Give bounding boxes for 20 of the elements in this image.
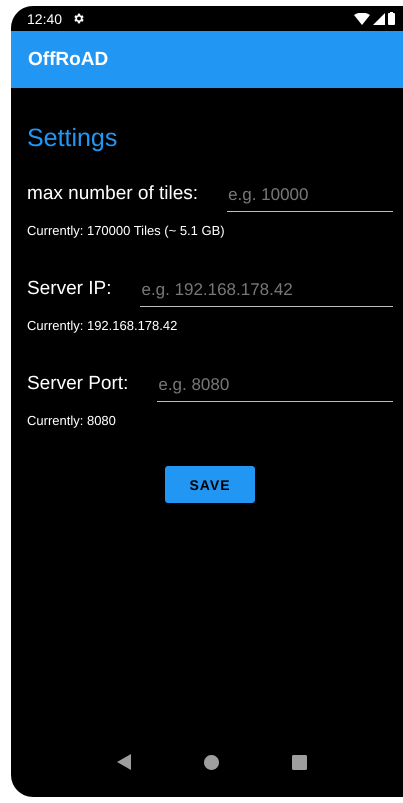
wifi-icon — [354, 12, 370, 24]
recents-icon[interactable] — [292, 754, 307, 770]
battery-icon — [388, 12, 395, 25]
input-field[interactable]: e.g. 10000 — [227, 181, 393, 212]
gear-icon — [72, 12, 86, 25]
back-icon[interactable] — [117, 754, 132, 770]
setting-label: max number of tiles: — [27, 183, 198, 206]
current-value: Currently: 170000 Tiles (~ 5.1 GB) — [27, 223, 226, 238]
home-icon[interactable] — [204, 754, 219, 770]
input-field[interactable]: e.g. 8080 — [157, 371, 393, 402]
setting-label: Server IP: — [27, 278, 112, 301]
clock: 12:40 — [27, 10, 62, 26]
app-title: OffRoAD — [28, 48, 108, 70]
input-field[interactable]: e.g. 192.168.178.42 — [140, 276, 393, 307]
current-value: Currently: 8080 — [27, 413, 117, 428]
signal-icon — [373, 12, 385, 24]
setting-label: Server Port: — [27, 373, 128, 396]
page-title: Settings — [27, 124, 118, 153]
save-button[interactable]: SAVE — [165, 466, 255, 503]
current-value: Currently: 192.168.178.42 — [27, 318, 178, 333]
